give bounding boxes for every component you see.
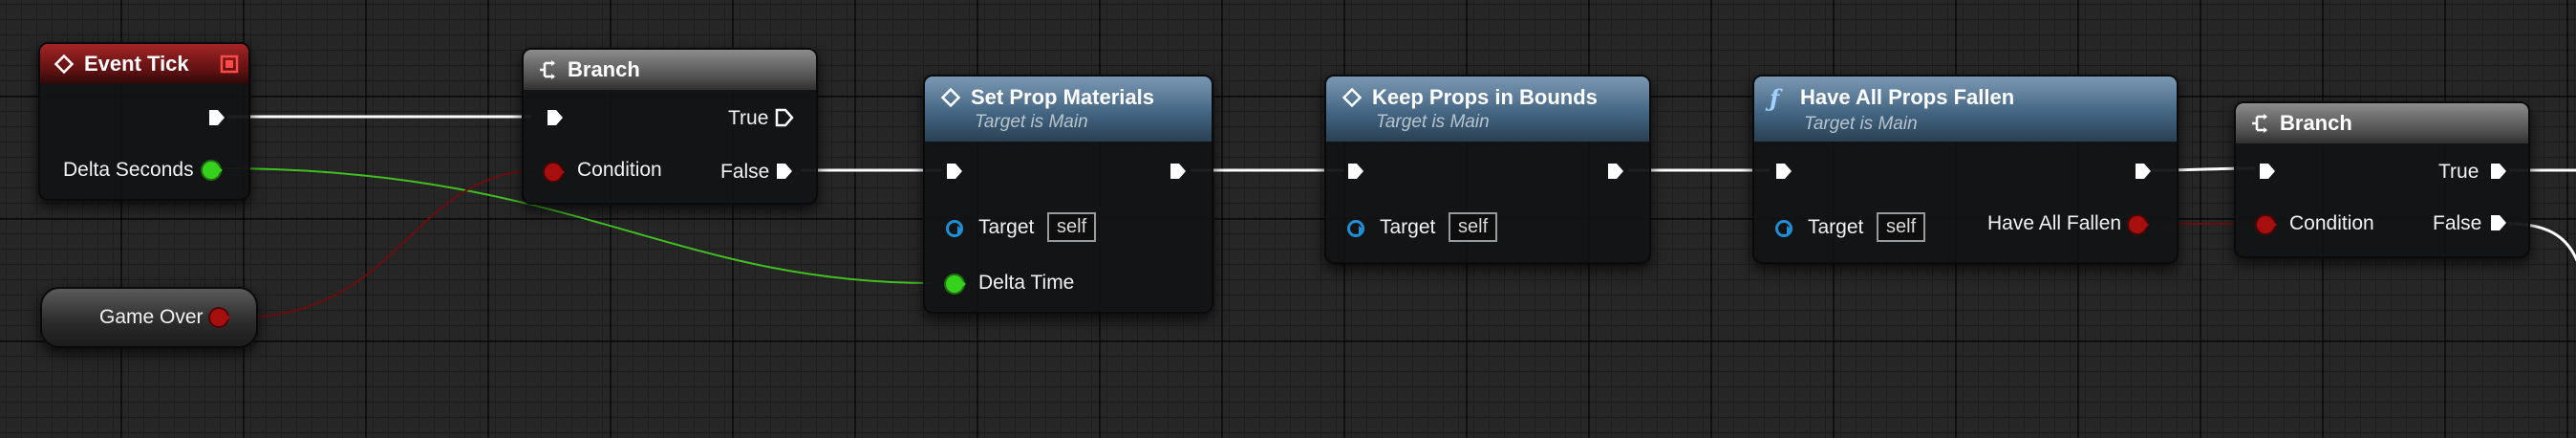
branch-1-title: Branch	[568, 57, 640, 81]
keep-props-node[interactable]: Keep Props in Bounds Target is Main Targ…	[1324, 75, 1651, 264]
branch-2-false-pin[interactable]	[2488, 212, 2509, 233]
set-prop-exec-out-pin[interactable]	[1168, 161, 1189, 182]
branch-2-true-pin[interactable]	[2488, 161, 2509, 182]
event-tick-title: Event Tick	[84, 52, 189, 76]
set-prop-target-value[interactable]: self	[1047, 212, 1097, 242]
branch-node-2[interactable]: Branch True Condition False	[2234, 101, 2530, 258]
branch-1-condition-pin[interactable]	[545, 164, 565, 181]
have-all-header[interactable]: ƒ Have All Props Fallen Target is Main	[1754, 77, 2177, 142]
game-over-variable-node[interactable]: Game Over	[40, 287, 258, 348]
delegate-square-icon[interactable]	[220, 55, 239, 74]
set-prop-subtitle: Target is Main	[975, 112, 1088, 132]
keep-props-exec-out-pin[interactable]	[1605, 161, 1626, 182]
set-prop-header[interactable]: Set Prop Materials Target is Main	[925, 77, 1212, 142]
branch-2-condition-pin[interactable]	[2257, 216, 2277, 233]
have-all-fallen-pin[interactable]	[2129, 216, 2149, 233]
have-all-exec-out-pin[interactable]	[2133, 161, 2154, 182]
branch-icon	[2252, 114, 2267, 133]
exec-out-pin[interactable]	[206, 107, 227, 128]
have-all-props-fallen-node[interactable]: ƒ Have All Props Fallen Target is Main T…	[1752, 75, 2179, 264]
event-diamond-icon	[54, 54, 75, 75]
branch-2-false-label: False	[2433, 212, 2482, 234]
set-prop-materials-node[interactable]: Set Prop Materials Target is Main Target…	[923, 75, 1213, 314]
branch-2-header[interactable]: Branch	[2236, 103, 2528, 143]
branch-1-condition-label: Condition	[577, 159, 662, 181]
keep-props-header[interactable]: Keep Props in Bounds Target is Main	[1326, 77, 1649, 142]
branch-1-true-label: True	[728, 107, 769, 129]
branch-node-1[interactable]: Branch True Condition False	[522, 48, 818, 205]
have-all-target-pin[interactable]	[1775, 220, 1792, 237]
keep-props-title: Keep Props in Bounds	[1372, 85, 1598, 109]
keep-props-exec-in-pin[interactable]	[1345, 161, 1366, 182]
game-over-pin[interactable]	[210, 309, 230, 326]
have-all-subtitle: Target is Main	[1804, 113, 1918, 134]
keep-props-target-pin[interactable]	[1347, 220, 1364, 237]
branch-2-condition-label: Condition	[2289, 212, 2374, 234]
branch-1-false-label: False	[720, 161, 770, 183]
keep-props-target-label: Target	[1380, 216, 1436, 238]
game-over-label: Game Over	[99, 306, 204, 328]
set-prop-exec-in-pin[interactable]	[944, 161, 965, 182]
branch-1-false-pin[interactable]	[774, 161, 795, 182]
wire-layer	[219, 115, 2576, 318]
have-all-target-value[interactable]: self	[1877, 212, 1926, 242]
delta-seconds-pin[interactable]	[203, 162, 223, 179]
keep-props-subtitle: Target is Main	[1376, 112, 1490, 132]
set-prop-target-pin[interactable]	[946, 220, 963, 237]
branch-2-exec-in-pin[interactable]	[2257, 161, 2278, 182]
event-diamond-icon	[940, 87, 961, 108]
event-diamond-icon	[1342, 87, 1363, 108]
function-icon: ƒ	[1770, 83, 1780, 112]
branch-1-header[interactable]: Branch	[524, 50, 816, 90]
set-prop-title: Set Prop Materials	[971, 85, 1154, 109]
have-all-exec-in-pin[interactable]	[1773, 161, 1794, 182]
delta-seconds-label: Delta Seconds	[63, 159, 194, 181]
set-prop-target-label: Target	[978, 216, 1035, 238]
delta-time-label: Delta Time	[978, 272, 1075, 294]
delta-time-pin[interactable]	[946, 275, 966, 293]
branch-1-exec-in-pin[interactable]	[545, 107, 566, 128]
branch-icon	[540, 60, 555, 79]
have-all-target-label: Target	[1808, 216, 1864, 238]
branch-2-true-label: True	[2438, 161, 2479, 183]
event-tick-node[interactable]: Event Tick Delta Seconds	[38, 42, 250, 201]
bool-wire-gameover	[238, 169, 542, 318]
have-all-title: Have All Props Fallen	[1800, 85, 2015, 109]
branch-2-title: Branch	[2280, 111, 2352, 135]
event-tick-header[interactable]: Event Tick	[40, 44, 248, 84]
keep-props-target-value[interactable]: self	[1449, 212, 1498, 242]
branch-1-true-pin[interactable]	[774, 107, 795, 128]
have-all-fallen-label: Have All Fallen	[1987, 212, 2122, 234]
